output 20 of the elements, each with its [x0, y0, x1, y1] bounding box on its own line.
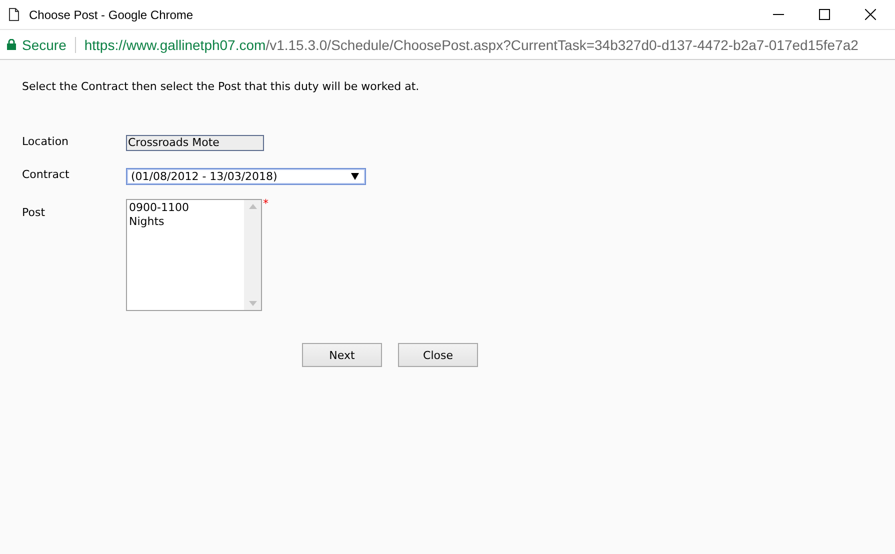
contract-dropdown[interactable]: (01/08/2012 - 13/03/2018) — [126, 168, 366, 185]
dialog-button[interactable]: Next — [302, 343, 382, 367]
location-label: Location — [22, 135, 70, 149]
window-title: Choose Post - Google Chrome — [29, 8, 194, 22]
list-option[interactable]: 0900-1100 — [129, 201, 242, 215]
minimize-icon[interactable] — [772, 14, 784, 15]
post-label: Post — [22, 206, 46, 220]
url-text[interactable]: https://www.gallinetph07.com/v1.15.3.0/Schedule/ChoosePost.aspx?CurrentTask=34b327d0-d137-4472-b2a7-017ed15fe7a2 — [84, 36, 858, 52]
maximize-icon[interactable] — [818, 9, 830, 20]
close-icon[interactable] — [864, 9, 876, 20]
document-icon — [9, 8, 19, 21]
list-option[interactable]: Nights — [129, 215, 242, 229]
post-listbox[interactable]: 0900-1100 Nights — [126, 199, 262, 311]
dialog-button[interactable]: Close — [398, 343, 478, 367]
instruction-text: Select the Contract then select the Post that this duty will be worked at. — [22, 80, 420, 94]
security-label: Secure — [22, 36, 66, 52]
dropdown-arrow-icon — [351, 173, 359, 180]
lock-icon — [7, 39, 16, 50]
contract-label: Contract — [22, 168, 70, 182]
required-mark: * — [263, 199, 268, 209]
